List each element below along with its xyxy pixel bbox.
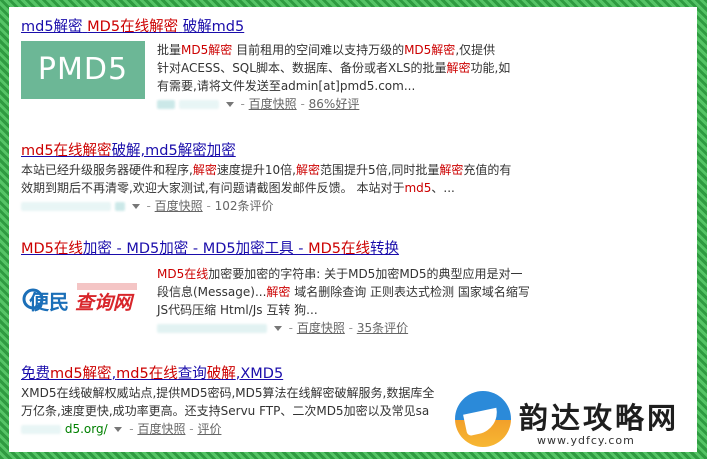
blurred-url — [157, 324, 267, 333]
result-1-title-part-2: MD5在线解密 — [87, 19, 179, 35]
result-1-rating-link[interactable]: 86%好评 — [309, 97, 360, 111]
watermark-logo: 韵达攻略网 www.ydfcy.com — [449, 387, 699, 457]
bianmin-logo-icon: 便民 查询网 — [22, 283, 137, 314]
result-1-title-part-1: md5解密 — [21, 19, 83, 35]
dropdown-caret-icon[interactable] — [114, 427, 123, 432]
blurred-url — [21, 202, 111, 211]
blurred-url — [157, 100, 175, 109]
dropdown-caret-icon[interactable] — [273, 326, 282, 331]
result-4-snapshot-link[interactable]: 百度快照 — [137, 422, 185, 436]
result-4-snippet: XMD5在线破解权威站点,提供MD5密码,MD5算法在线解密破解服务,数据库全 … — [21, 386, 435, 418]
result-1-thumbnail[interactable]: PMD5 — [21, 41, 145, 99]
result-4-title-link[interactable]: 免费md5解密,md5在线查询破解,XMD5 — [21, 364, 581, 384]
result-2-snapshot-link[interactable]: 百度快照 — [155, 199, 203, 213]
result-1-meta: - 百度快照 - 86%好评 — [157, 95, 581, 113]
result-2-snippet: 本站已经升级服务器硬件和程序,解密速度提升10倍,解密范围提升5倍,同时批量解密… — [21, 163, 512, 195]
result-2-reviews-link[interactable]: 102条评价 — [215, 199, 274, 213]
result-3-snippet: MD5在线加密要加密的字符串: 关于MD5加密MD5的典型应用是对一 段信息(M… — [157, 265, 581, 337]
result-3-title-link[interactable]: MD5在线加密 - MD5加密 - MD5加密工具 - MD5在线转换 — [21, 239, 581, 259]
result-1-snapshot-link[interactable]: 百度快照 — [249, 97, 297, 111]
result-2-title-link[interactable]: md5在线解密破解,md5解密加密 — [21, 141, 581, 161]
result-1-snippet: 批量MD5解密 目前租用的空间难以支持万级的MD5解密,仅提供 针对ACESS、… — [157, 41, 581, 113]
svg-text:便民: 便民 — [29, 290, 69, 314]
watermark-url: www.ydfcy.com — [537, 434, 635, 447]
result-1-title-part-3: 破解md5 — [182, 19, 245, 35]
thumbnail-text: PMD5 — [37, 52, 129, 87]
result-2-meta: - 百度快照 - 102条评价 — [21, 197, 581, 215]
dropdown-caret-icon[interactable] — [225, 102, 234, 107]
search-result-3: MD5在线加密 - MD5加密 - MD5加密工具 - MD5在线转换 便民 查… — [21, 239, 581, 335]
result-3-snapshot-link[interactable]: 百度快照 — [297, 321, 345, 335]
result-1-title-link[interactable]: md5解密 MD5在线解密 破解md5 — [21, 17, 581, 37]
watermark-name: 韵达攻略网 — [519, 401, 680, 435]
search-result-1: md5解密 MD5在线解密 破解md5 PMD5 批量MD5解密 目前租用的空间… — [21, 17, 581, 111]
dropdown-caret-icon[interactable] — [131, 204, 140, 209]
search-result-2: md5在线解密破解,md5解密加密 本站已经升级服务器硬件和程序,解密速度提升1… — [21, 141, 581, 215]
svg-text:查询网: 查询网 — [75, 292, 135, 314]
watermark-logo-icon — [455, 391, 511, 447]
result-3-reviews-link[interactable]: 35条评价 — [357, 321, 408, 335]
result-4-url[interactable]: d5.org/ — [65, 422, 108, 436]
result-4-reviews-link[interactable]: 评价 — [197, 422, 221, 436]
blurred-url — [21, 425, 61, 434]
result-3-thumbnail[interactable]: 便民 查询网 — [21, 269, 145, 319]
search-results-page: md5解密 MD5在线解密 破解md5 PMD5 批量MD5解密 目前租用的空间… — [9, 7, 697, 452]
result-3-meta: - 百度快照 - 35条评价 — [157, 319, 581, 337]
